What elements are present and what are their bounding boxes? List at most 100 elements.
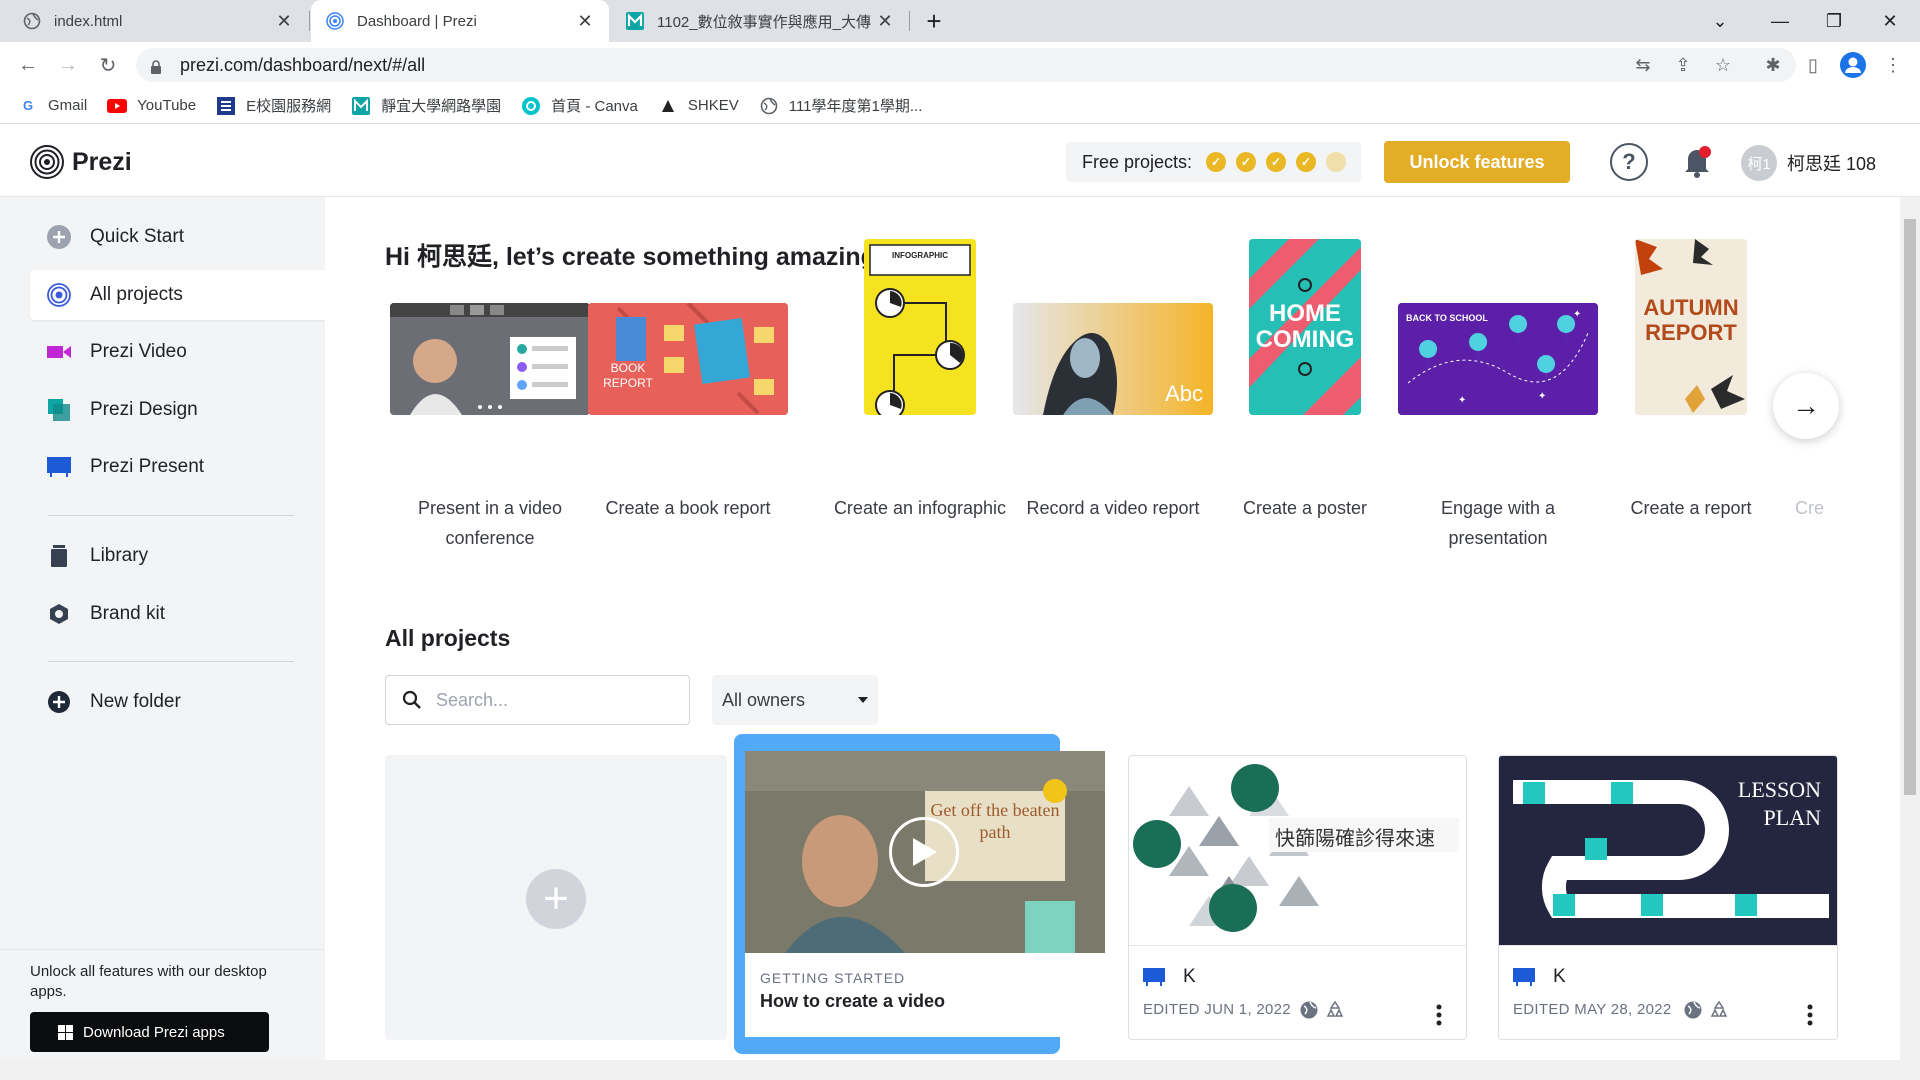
share-icon[interactable]: ⇪ [1668, 50, 1698, 80]
reload-icon[interactable]: ↻ [92, 49, 124, 81]
template-thumbnail: Abc [1013, 303, 1213, 415]
tab-dashboard-prezi[interactable]: Dashboard | Prezi ✕ [311, 0, 609, 42]
horizontal-scrollbar[interactable] [0, 1060, 1920, 1080]
more-options-icon[interactable] [1807, 1004, 1813, 1026]
more-options-icon[interactable] [1436, 1004, 1442, 1026]
project-card-footer: K EDITED JUN 1, 2022 [1129, 945, 1466, 1039]
bookmark-shkev[interactable]: SHKEV [658, 96, 739, 116]
close-icon[interactable]: ✕ [875, 11, 895, 31]
m-icon [625, 11, 645, 31]
menu-kebab-icon[interactable]: ⋮ [1878, 50, 1908, 80]
sidebar-item-prezi-present[interactable]: Prezi Present [30, 442, 325, 492]
project-card-footer: K EDITED MAY 28, 2022 [1499, 945, 1837, 1039]
prezi-spiral-icon [46, 282, 72, 308]
check-coin-icon: ✓ [1296, 152, 1317, 172]
restore-icon[interactable]: ❐ [1806, 0, 1862, 42]
close-icon[interactable]: ✕ [274, 11, 294, 31]
minimize-icon[interactable]: — [1752, 0, 1808, 42]
project-search[interactable] [385, 675, 690, 725]
sidebar-item-quick-start[interactable]: Quick Start [30, 212, 325, 262]
sidebar: Quick Start All projects Prezi Video Pre… [0, 197, 325, 1080]
owners-selected-value: All owners [722, 689, 806, 710]
template-thumbnail: BOOK REPORT [588, 303, 788, 415]
notifications-bell-icon[interactable] [1680, 143, 1714, 181]
sidebar-item-prezi-design[interactable]: Prezi Design [30, 385, 325, 435]
sidebar-item-new-folder[interactable]: New folder [30, 677, 325, 727]
new-project-card[interactable]: + [385, 755, 727, 1040]
sidebar-divider [48, 661, 294, 662]
bookmark-label: 111學年度第1學期... [788, 98, 923, 115]
shkev-icon [658, 96, 678, 116]
template-caption: Create a book report [605, 498, 771, 518]
side-panel-icon[interactable]: ▯ [1798, 50, 1828, 80]
vertical-scrollbar[interactable] [1900, 197, 1920, 1060]
sidebar-item-brand-kit[interactable]: Brand kit [30, 589, 325, 639]
address-toolbar: ← → ↻ prezi.com/dashboard/next/#/all ⇆ ⇪… [0, 42, 1920, 88]
search-icon [402, 690, 422, 710]
close-icon[interactable]: ✕ [575, 11, 595, 31]
chevron-down-icon [858, 697, 868, 703]
logo-text: Prezi [72, 147, 132, 176]
forward-icon[interactable]: → [52, 49, 84, 81]
bookmark-pu-elearn[interactable]: 靜宜大學網路學園 [351, 95, 501, 116]
tab-index-html[interactable]: index.html ✕ [8, 0, 308, 42]
tab-search-icon[interactable]: ⌄ [1692, 0, 1748, 42]
project-card[interactable]: LESSON PLAN K EDITED MAY 28, 2022 [1498, 755, 1838, 1040]
reusable-recycle-icon [1325, 1000, 1345, 1020]
bookmark-e-campus[interactable]: E校園服務網 [216, 95, 331, 116]
check-coin-icon: ✓ [1236, 152, 1257, 172]
sidebar-item-prezi-video[interactable]: Prezi Video [30, 327, 325, 377]
video-card-body: Get off the beaten path GETTING STARTED … [745, 751, 1105, 1037]
window-close-icon[interactable]: ✕ [1862, 0, 1918, 42]
new-tab-icon[interactable]: + [906, 0, 962, 42]
present-icon [1513, 968, 1539, 988]
bookmark-star-icon[interactable]: ☆ [1708, 50, 1738, 80]
unlock-features-button[interactable]: Unlock features [1384, 141, 1570, 183]
thumb-text: Abc [1165, 381, 1203, 406]
url-bar[interactable]: prezi.com/dashboard/next/#/all [136, 48, 1796, 82]
search-input[interactable] [436, 689, 676, 711]
bookmark-canva[interactable]: 首頁 - Canva [521, 95, 638, 116]
bookmark-semester[interactable]: 111學年度第1學期... [759, 95, 923, 116]
help-icon[interactable]: ? [1610, 143, 1648, 181]
main-content: Hi 柯思廷, let’s create something amazing t… [325, 197, 1900, 1060]
canva-icon [521, 96, 541, 116]
carousel-next-arrow-icon[interactable]: → [1773, 373, 1839, 439]
download-prezi-apps-button[interactable]: Download Prezi apps [30, 1012, 269, 1052]
app-header: Prezi Free projects: ✓ ✓ ✓ ✓ Unlock feature… [0, 125, 1920, 197]
extensions-icon[interactable]: ✱ [1758, 50, 1788, 80]
sidebar-item-label: New folder [90, 691, 181, 712]
play-icon[interactable] [889, 817, 959, 887]
thumb-text: AUTUMN REPORT [1643, 295, 1739, 345]
owners-dropdown[interactable]: All owners [712, 675, 878, 725]
template-thumbnail [390, 303, 590, 415]
sidebar-divider [48, 515, 294, 516]
google-icon: G [22, 98, 34, 113]
profile-icon[interactable] [1838, 50, 1868, 80]
url-text: prezi.com/dashboard/next/#/all [180, 54, 426, 75]
bookmark-youtube[interactable]: YouTube [107, 96, 196, 116]
back-icon[interactable]: ← [12, 49, 44, 81]
translate-icon[interactable]: ⇆ [1628, 50, 1658, 80]
project-thumbnail: 快篩陽確診得來速 [1129, 756, 1466, 945]
getting-started-video-card[interactable]: Get off the beaten path GETTING STARTED … [734, 734, 1105, 1054]
tab-course[interactable]: 1102_數位敘事實作與應用_大傳 ✕ [611, 0, 909, 42]
public-globe-icon [1683, 1000, 1703, 1020]
tab-title: index.html [54, 12, 123, 30]
youtube-icon [107, 96, 128, 116]
bookmark-gmail[interactable]: G Gmail [18, 96, 87, 116]
template-caption: Record a video report [1026, 498, 1200, 518]
free-projects-indicator: Free projects: ✓ ✓ ✓ ✓ [1066, 142, 1361, 182]
project-name: K [1183, 966, 1196, 987]
plus-circle-icon [46, 689, 72, 715]
sidebar-item-library[interactable]: Library [30, 531, 325, 581]
scrollbar-thumb[interactable] [1904, 219, 1916, 795]
project-edited-date: EDITED MAY 28, 2022 [1513, 1001, 1672, 1018]
present-icon [46, 454, 72, 480]
project-card[interactable]: 快篩陽確診得來速 K EDITED JUN 1, 2022 [1128, 755, 1467, 1040]
sidebar-item-all-projects[interactable]: All projects [30, 270, 325, 320]
bookmark-label: 首頁 - Canva [551, 98, 638, 115]
user-menu[interactable]: 柯1 柯思廷 108 [1741, 145, 1876, 181]
prezi-logo-icon [325, 11, 345, 31]
prezi-logo[interactable]: Prezi [30, 145, 132, 179]
